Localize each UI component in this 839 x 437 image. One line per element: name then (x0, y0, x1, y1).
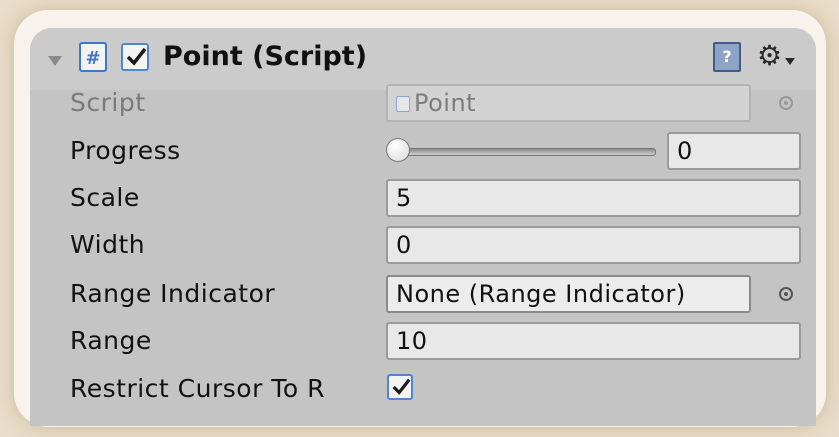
fold-arrow-icon[interactable] (48, 56, 62, 66)
progress-input[interactable]: 0 (667, 132, 801, 170)
progress-label: Progress (70, 136, 181, 165)
width-label: Width (70, 230, 146, 259)
component-title: Point (Script) (163, 41, 368, 72)
row-scale: Scale 5 (30, 179, 816, 223)
component-header[interactable]: # Point (Script) ? ⚙ (30, 28, 816, 90)
script-label: Script (70, 88, 146, 117)
range-indicator-label: Range Indicator (70, 279, 276, 308)
restrict-cursor-checkbox[interactable] (387, 374, 413, 400)
row-range: Range 10 (30, 322, 816, 366)
component-enabled-checkbox[interactable] (121, 43, 149, 71)
inspector-component-panel: # Point (Script) ? ⚙ Script Point Progre… (30, 28, 816, 426)
script-object-field[interactable]: Point (386, 84, 751, 122)
row-restrict-cursor: Restrict Cursor To R (30, 370, 816, 414)
width-input[interactable]: 0 (386, 226, 801, 264)
progress-slider-track[interactable] (392, 148, 656, 156)
gear-icon[interactable]: ⚙ (757, 38, 797, 74)
scale-label: Scale (70, 183, 140, 212)
row-script: Script Point (30, 84, 816, 128)
range-indicator-object-field[interactable]: None (Range Indicator) (386, 275, 751, 313)
row-width: Width 0 (30, 226, 816, 270)
script-value: Point (414, 89, 477, 117)
row-range-indicator: Range Indicator None (Range Indicator) (30, 275, 816, 319)
help-book-icon[interactable]: ? (713, 42, 741, 72)
object-picker-icon[interactable] (779, 287, 793, 301)
script-file-icon (396, 96, 410, 112)
checkmark-icon (126, 47, 147, 66)
checkmark-icon (392, 378, 411, 395)
range-label: Range (70, 326, 152, 355)
csharp-script-icon: # (79, 42, 107, 72)
range-input[interactable]: 10 (386, 322, 801, 360)
progress-slider-handle[interactable] (386, 138, 410, 162)
restrict-cursor-label: Restrict Cursor To R (70, 374, 325, 403)
dropdown-arrow-icon (785, 58, 795, 65)
row-progress: Progress 0 (30, 132, 816, 176)
object-picker-icon[interactable] (779, 96, 793, 110)
scale-input[interactable]: 5 (386, 179, 801, 217)
